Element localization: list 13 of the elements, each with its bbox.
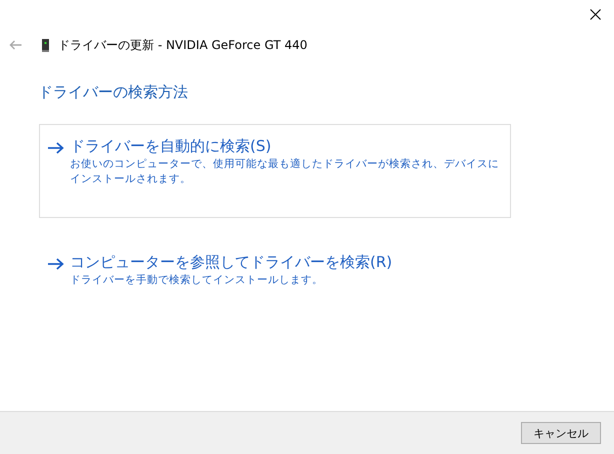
search-option[interactable]: ドライバーを自動的に検索(S) お使いのコンピューターで、使用可能な最も適したドライバーが検索され、デバイスにインストールされます。: [39, 124, 511, 218]
page-heading: ドライバーの検索方法: [38, 83, 189, 102]
option-description: お使いのコンピューターで、使用可能な最も適したドライバーが検索され、デバイスにインストールされます。: [70, 157, 500, 187]
search-option[interactable]: コンピューターを参照してドライバーを検索(R) ドライバーを手動で検索してインストールします。: [39, 240, 511, 299]
close-icon[interactable]: [590, 9, 601, 20]
device-icon: [42, 38, 49, 52]
window-title: ドライバーの更新 - NVIDIA GeForce GT 440: [58, 36, 308, 54]
option-title: コンピューターを参照してドライバーを検索(R): [70, 252, 392, 272]
option-title: ドライバーを自動的に検索(S): [70, 136, 272, 156]
option-description: ドライバーを手動で検索してインストールします。: [70, 273, 324, 288]
arrow-icon: [48, 142, 64, 154]
cancel-button[interactable]: キャンセル: [521, 422, 601, 444]
arrow-icon: [48, 258, 64, 270]
